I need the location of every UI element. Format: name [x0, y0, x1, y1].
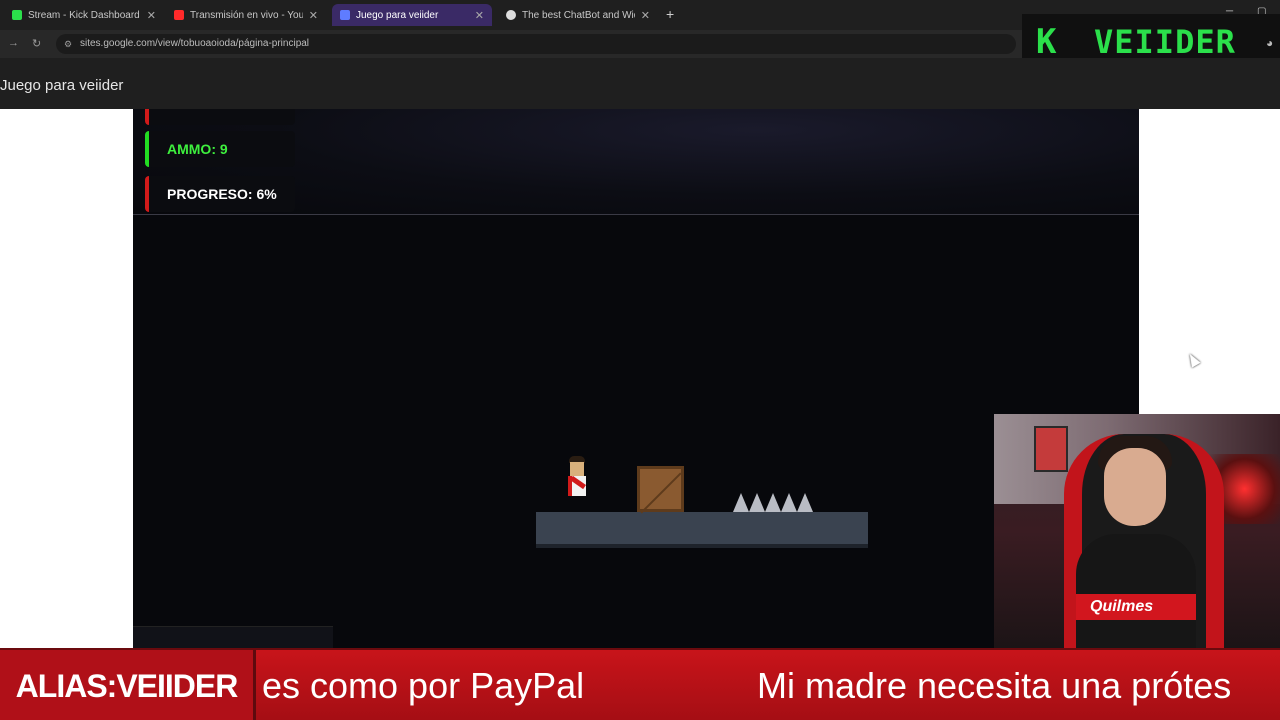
game-canvas[interactable]: AMMO: 9 PROGRESO: 6% — [133, 109, 1139, 648]
close-tab-icon[interactable]: ✕ — [641, 9, 650, 22]
spike — [749, 493, 765, 512]
kick-favicon-icon — [12, 10, 22, 20]
close-tab-icon[interactable]: ✕ — [309, 9, 318, 22]
shirt-sponsor-text: Quilmes — [1090, 598, 1154, 615]
site-info-icon[interactable]: ⚙ — [64, 34, 72, 54]
tab-label: The best ChatBot and Widgets — [522, 9, 635, 21]
streamer-name-logo: VEIIDER — [1094, 23, 1236, 61]
hud-progress: PROGRESO: 6% — [145, 176, 295, 212]
streamer-logo-overlay: K VEIIDER ◕ — [1022, 14, 1280, 64]
site-title[interactable]: Juego para veiider — [0, 77, 123, 94]
profile-icon[interactable]: ◕ — [1266, 36, 1273, 50]
streamer-webcam: Quilmes — [994, 414, 1280, 648]
reload-icon[interactable]: ↻ — [32, 37, 41, 50]
close-tab-icon[interactable]: ✕ — [475, 9, 484, 22]
player-face — [570, 462, 584, 476]
tab-label: Juego para veiider — [356, 9, 439, 21]
spike — [781, 493, 797, 512]
ticker-text-1: es como por PayPal — [262, 665, 585, 706]
tab-chatbot-widgets[interactable]: The best ChatBot and Widgets ✕ — [498, 4, 658, 26]
alias-label: ALIAS:VEIIDER — [0, 650, 256, 720]
site-header: Juego para veiider — [0, 58, 1280, 109]
mouse-cursor-icon — [1185, 351, 1201, 368]
game-platform — [536, 512, 868, 548]
tab-kick-dashboard[interactable]: Stream - Kick Dashboard ✕ — [4, 4, 164, 26]
streamer-face — [1104, 448, 1166, 526]
player-character — [566, 456, 588, 502]
spike — [797, 493, 813, 512]
spike — [733, 493, 749, 512]
tab-label: Stream - Kick Dashboard — [28, 9, 140, 21]
kick-logo-letter: K — [1036, 22, 1057, 62]
spike-trap — [733, 493, 813, 512]
google-sites-favicon-icon — [340, 10, 350, 20]
tab-label: Transmisión en vivo - YouTube — [190, 9, 303, 21]
tab-juego-para-veiider[interactable]: Juego para veiider ✕ — [332, 4, 492, 26]
webcam-wall-poster — [1034, 426, 1068, 472]
spike — [765, 493, 781, 512]
donation-banner: ALIAS:VEIIDER es como por PayPal Mi madr… — [0, 648, 1280, 720]
tab-youtube-live[interactable]: Transmisión en vivo - YouTube ✕ — [166, 4, 326, 26]
game-footer-strip — [133, 626, 333, 648]
chatbot-favicon-icon — [506, 10, 516, 20]
close-tab-icon[interactable]: ✕ — [147, 9, 156, 22]
youtube-favicon-icon — [174, 10, 184, 20]
hud-ammo: AMMO: 9 — [145, 131, 295, 167]
new-tab-plus-icon[interactable]: + — [666, 6, 674, 22]
streamer-shirt — [1076, 534, 1196, 648]
hud-panel-partial — [145, 109, 295, 125]
ticker-text-2: Mi madre necesita una prótes — [757, 665, 1232, 706]
url-text: sites.google.com/view/tobuoaoioda/página… — [80, 38, 310, 49]
url-field[interactable]: ⚙ sites.google.com/view/tobuoaoioda/pági… — [56, 34, 1016, 54]
forward-arrow-icon[interactable]: → — [8, 37, 19, 49]
wooden-crate — [637, 466, 684, 512]
